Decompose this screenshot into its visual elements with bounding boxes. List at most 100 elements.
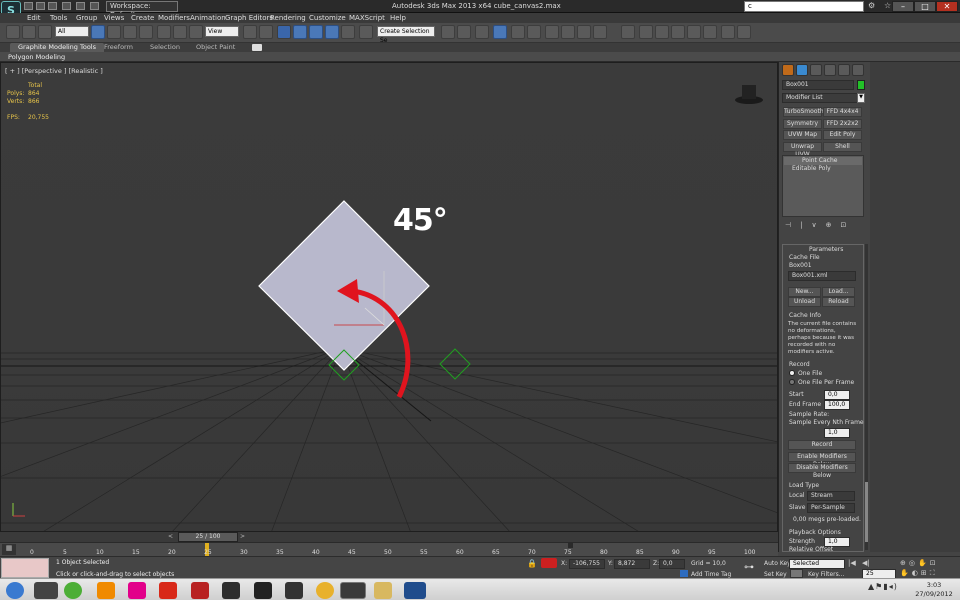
material-editor-icon[interactable] bbox=[545, 25, 559, 39]
rect-selection-icon[interactable] bbox=[123, 25, 137, 39]
container-icon[interactable] bbox=[621, 25, 635, 39]
cloth-icon[interactable] bbox=[687, 25, 701, 39]
project-folder-icon[interactable] bbox=[90, 2, 99, 10]
chevron-down-icon[interactable]: ▼ bbox=[857, 93, 865, 103]
particle-icon[interactable] bbox=[703, 25, 717, 39]
selection-filter-dropdown[interactable]: All bbox=[55, 26, 89, 37]
menu-rendering[interactable]: Rendering bbox=[270, 13, 306, 23]
previous-key-icon[interactable]: ◀| bbox=[862, 559, 874, 568]
record-button[interactable]: Record bbox=[788, 440, 856, 450]
render-setup-icon[interactable] bbox=[561, 25, 575, 39]
sample-rate-field[interactable]: 1,0 bbox=[824, 428, 850, 438]
tab-selection[interactable]: Selection bbox=[142, 43, 188, 52]
maximize-button[interactable]: □ bbox=[914, 1, 936, 12]
3dsmax-taskbar-icon[interactable] bbox=[340, 582, 366, 599]
sphere-icon[interactable] bbox=[639, 25, 653, 39]
ribbon-options-icon[interactable] bbox=[252, 44, 262, 51]
go-to-start-icon[interactable]: |◀ bbox=[848, 559, 860, 568]
spinner-snap-icon[interactable] bbox=[341, 25, 355, 39]
mirror-icon[interactable] bbox=[441, 25, 455, 39]
perspective-viewport[interactable]: [ + ] [Perspective ] [Realistic ] Total … bbox=[0, 62, 778, 532]
ffd-4x4x4-button[interactable]: FFD 4x4x4 bbox=[823, 107, 862, 117]
reference-coord-dropdown[interactable]: View bbox=[205, 26, 239, 37]
add-time-tag-button[interactable]: Add Time Tag bbox=[691, 571, 731, 578]
redo-icon[interactable] bbox=[76, 2, 85, 10]
load-cache-button[interactable]: Load... bbox=[822, 287, 855, 297]
new-file-icon[interactable] bbox=[24, 2, 33, 10]
stack-tools-icon[interactable]: ⊣|∨⊕⊡ bbox=[785, 221, 859, 231]
start-button[interactable] bbox=[6, 582, 24, 599]
keyboard-shortcut-icon[interactable] bbox=[277, 25, 291, 39]
layer-manager-icon[interactable] bbox=[475, 25, 489, 39]
menu-customize[interactable]: Customize bbox=[309, 13, 346, 23]
taskbar-app-icon[interactable] bbox=[34, 582, 58, 599]
workspace-dropdown[interactable]: Workspace: Default bbox=[106, 1, 178, 19]
absolute-mode-icon[interactable] bbox=[541, 558, 557, 568]
viewport-navigation-icons[interactable]: ⊕◎✋⊡ bbox=[900, 559, 958, 568]
auto-key-button[interactable]: Auto Key bbox=[764, 560, 791, 567]
time-tag-icon[interactable] bbox=[680, 570, 688, 577]
key-filters-button[interactable]: Key Filters... bbox=[808, 571, 845, 578]
start-frame-field[interactable]: 0,0 bbox=[824, 390, 850, 400]
star-icon[interactable]: ☆ bbox=[884, 1, 891, 10]
menu-maxscript[interactable]: MAXScript bbox=[349, 13, 385, 23]
open-file-icon[interactable] bbox=[36, 2, 45, 10]
one-file-per-frame-radio[interactable] bbox=[789, 379, 795, 385]
display-tab-icon[interactable] bbox=[838, 64, 850, 76]
new-cache-button[interactable]: New... bbox=[788, 287, 821, 297]
shell-button[interactable]: Shell bbox=[823, 142, 862, 152]
object-name-field[interactable]: Box001 bbox=[782, 80, 854, 90]
keyframe-marker[interactable] bbox=[568, 543, 573, 548]
tab-freeform[interactable]: Freeform bbox=[96, 43, 141, 52]
cache-file-field[interactable]: Box001.xml bbox=[788, 271, 856, 281]
hierarchy-tab-icon[interactable] bbox=[810, 64, 822, 76]
close-button[interactable]: ✕ bbox=[936, 1, 958, 12]
chrome-icon[interactable] bbox=[316, 582, 334, 599]
teapot-icon[interactable] bbox=[655, 25, 669, 39]
save-file-icon[interactable] bbox=[48, 2, 57, 10]
flash-icon[interactable] bbox=[159, 582, 177, 599]
system-tray-icons[interactable]: ▲⚑▮◂) bbox=[868, 582, 908, 598]
help-search-icon[interactable]: ⚙ bbox=[868, 1, 880, 12]
set-key-button[interactable]: Set Key bbox=[764, 571, 787, 578]
search-input[interactable]: c bbox=[744, 1, 864, 12]
scale-icon[interactable] bbox=[189, 25, 203, 39]
unity-icon[interactable] bbox=[254, 582, 272, 599]
ffd-2x2x2-button[interactable]: FFD 2x2x2 bbox=[823, 119, 862, 129]
object-color-swatch[interactable] bbox=[857, 80, 865, 90]
slave-load-dropdown[interactable]: Per-Sample bbox=[807, 503, 855, 513]
indesign-icon[interactable] bbox=[128, 582, 146, 599]
angle-snap-icon[interactable] bbox=[309, 25, 323, 39]
render-production-icon[interactable] bbox=[593, 25, 607, 39]
curve-editor-icon[interactable] bbox=[511, 25, 525, 39]
rendered-frame-icon[interactable] bbox=[577, 25, 591, 39]
link-icon[interactable] bbox=[22, 25, 36, 39]
minimize-button[interactable]: – bbox=[892, 1, 914, 12]
local-load-dropdown[interactable]: Stream bbox=[807, 491, 855, 501]
lock-selection-icon[interactable]: 🔒 bbox=[527, 559, 537, 568]
orbit-navigation-icons[interactable]: ✋◐⊞⛶ bbox=[900, 569, 958, 578]
select-manipulate-icon[interactable] bbox=[259, 25, 273, 39]
next-frame-icon[interactable]: > bbox=[240, 533, 248, 541]
explorer-icon[interactable] bbox=[374, 582, 392, 599]
key-mode-icon[interactable]: ⊶ bbox=[744, 562, 754, 573]
time-slider-track[interactable]: < 25 / 100 > bbox=[0, 532, 778, 542]
script-icon[interactable] bbox=[721, 25, 735, 39]
percent-snap-icon[interactable] bbox=[325, 25, 339, 39]
select-by-name-icon[interactable] bbox=[107, 25, 121, 39]
uvw-map-button[interactable]: UVW Map bbox=[783, 130, 822, 140]
pivot-center-icon[interactable] bbox=[243, 25, 257, 39]
enable-modifiers-below-button[interactable]: Enable Modifiers Below bbox=[788, 452, 856, 468]
undo-icon[interactable] bbox=[62, 2, 71, 10]
unload-button[interactable]: Unload bbox=[788, 297, 821, 307]
menu-graph-editors[interactable]: Graph Editors bbox=[225, 13, 273, 23]
window-crossing-icon[interactable] bbox=[139, 25, 153, 39]
rotate-icon[interactable] bbox=[173, 25, 187, 39]
unlink-icon[interactable] bbox=[38, 25, 52, 39]
modify-tab-icon[interactable] bbox=[796, 64, 808, 76]
taskbar-app-icon[interactable] bbox=[285, 582, 303, 599]
named-selection-set-dropdown[interactable]: Create Selection Se bbox=[377, 26, 435, 44]
time-slider-thumb[interactable]: 25 / 100 bbox=[178, 532, 238, 542]
end-frame-field[interactable]: 100,0 bbox=[824, 400, 850, 410]
menu-animation[interactable]: Animation bbox=[190, 13, 226, 23]
